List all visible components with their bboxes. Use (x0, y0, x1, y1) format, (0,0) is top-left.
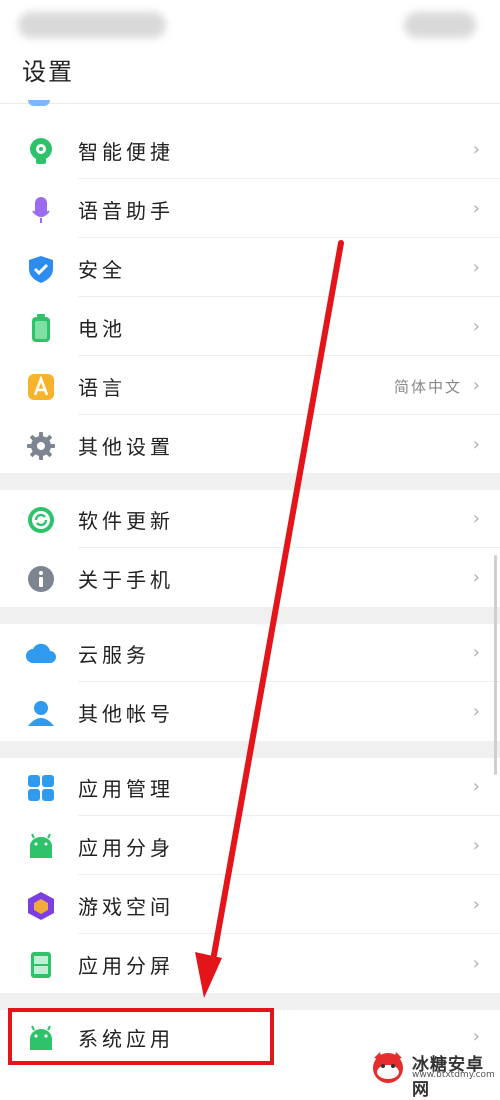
watermark: 冰糖安卓网 www.btxtdmy.com (368, 1048, 500, 1100)
watermark-logo-icon (373, 1052, 403, 1083)
watermark-url: www.btxtdmy.com (412, 1070, 495, 1080)
annotation-arrow (195, 240, 344, 998)
